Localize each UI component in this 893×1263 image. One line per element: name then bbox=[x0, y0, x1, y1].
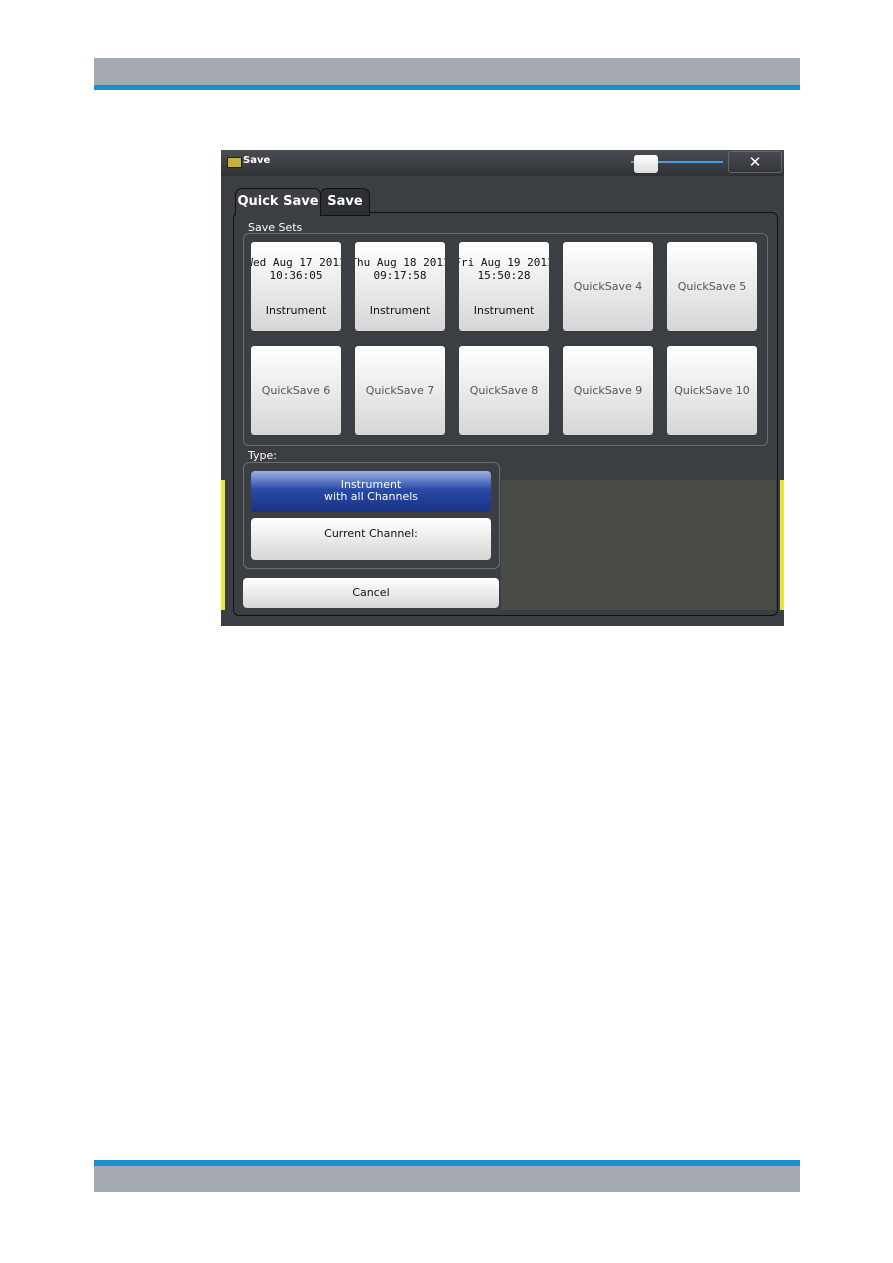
save-set-tile[interactable]: QuickSave 7 bbox=[355, 346, 445, 435]
save-set-tile[interactable]: QuickSave 4 bbox=[563, 242, 653, 331]
page-header-band bbox=[94, 58, 800, 85]
save-set-type: Instrument bbox=[369, 304, 431, 317]
save-set-tile[interactable]: QuickSave 5 bbox=[667, 242, 757, 331]
tab-save[interactable]: Save bbox=[320, 188, 370, 216]
save-set-tile[interactable]: QuickSave 10 bbox=[667, 346, 757, 435]
instrument-all-channels-button[interactable]: Instrument with all Channels bbox=[251, 471, 491, 512]
dialog-titlebar: Save ✕ bbox=[221, 150, 784, 176]
save-set-tile[interactable]: Wed Aug 17 2011 10:36:05 Instrument bbox=[251, 242, 341, 331]
save-set-label: QuickSave 5 bbox=[677, 280, 747, 293]
save-set-tile[interactable]: QuickSave 9 bbox=[563, 346, 653, 435]
type-label: Type: bbox=[248, 449, 277, 462]
save-set-date: Wed Aug 17 2011 10:36:05 bbox=[251, 256, 341, 282]
dialog-title: Save bbox=[243, 155, 271, 166]
save-set-label: QuickSave 7 bbox=[365, 384, 435, 397]
save-set-type: Instrument bbox=[265, 304, 327, 317]
save-set-tile[interactable]: Thu Aug 18 2011 09:17:58 Instrument bbox=[355, 242, 445, 331]
save-set-date: Thu Aug 18 2011 09:17:58 bbox=[355, 256, 445, 282]
trace-edge-right bbox=[780, 480, 784, 610]
save-set-tile[interactable]: Fri Aug 19 2011 15:50:28 Instrument bbox=[459, 242, 549, 331]
save-set-label: QuickSave 8 bbox=[469, 384, 539, 397]
save-dialog-screenshot: Save ✕ Quick Save Save Save Sets Wed Aug… bbox=[221, 150, 784, 626]
close-button[interactable]: ✕ bbox=[728, 151, 782, 173]
app-icon bbox=[227, 157, 242, 168]
slider-thumb[interactable] bbox=[634, 155, 658, 173]
save-set-type: Instrument bbox=[473, 304, 535, 317]
save-set-date: Fri Aug 19 2011 15:50:28 bbox=[459, 256, 549, 282]
save-set-label: QuickSave 10 bbox=[674, 384, 750, 397]
current-channel-button[interactable]: Current Channel: bbox=[251, 518, 491, 560]
save-set-label: QuickSave 9 bbox=[573, 384, 643, 397]
page-footer-band bbox=[94, 1166, 800, 1192]
cancel-button[interactable]: Cancel bbox=[243, 578, 499, 608]
save-set-label: QuickSave 6 bbox=[261, 384, 331, 397]
trace-edge-left bbox=[221, 480, 225, 610]
header-rule bbox=[94, 85, 800, 90]
save-set-label: QuickSave 4 bbox=[573, 280, 643, 293]
save-set-tile[interactable]: QuickSave 8 bbox=[459, 346, 549, 435]
tab-quick-save[interactable]: Quick Save bbox=[235, 188, 321, 215]
save-set-tile[interactable]: QuickSave 6 bbox=[251, 346, 341, 435]
